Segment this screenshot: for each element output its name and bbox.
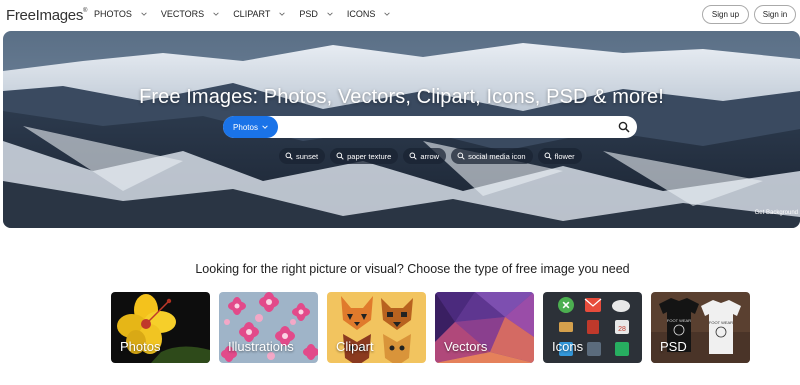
nav-clipart[interactable]: CLIPART bbox=[233, 9, 286, 19]
popular-search-tags: sunset paper texture arrow social media … bbox=[279, 148, 587, 164]
main-nav: PHOTOS VECTORS CLIPART PSD ICONS bbox=[94, 9, 404, 19]
nav-label: PHOTOS bbox=[94, 9, 132, 19]
search-icon bbox=[544, 152, 552, 160]
image-types-heading: Looking for the right picture or visual?… bbox=[195, 262, 630, 276]
svg-text:FOOT WEAR: FOOT WEAR bbox=[709, 320, 733, 325]
search-icon bbox=[457, 152, 465, 160]
nav-psd[interactable]: PSD bbox=[299, 9, 333, 19]
search-icon[interactable] bbox=[618, 121, 630, 133]
signin-button[interactable]: Sign in bbox=[754, 5, 796, 24]
card-clipart[interactable]: Clipart bbox=[327, 292, 426, 363]
hero-banner: Free Images: Photos, Vectors, Clipart, I… bbox=[3, 31, 800, 228]
background-credit-link[interactable]: Get Background bbox=[755, 210, 798, 216]
search-type-dropdown[interactable]: Photos bbox=[223, 116, 278, 138]
search-icon bbox=[336, 152, 344, 160]
svg-text:28: 28 bbox=[618, 326, 626, 333]
card-label: Illustrations bbox=[228, 339, 294, 354]
nav-photos[interactable]: PHOTOS bbox=[94, 9, 147, 19]
card-label: Vectors bbox=[444, 339, 488, 354]
signup-button[interactable]: Sign up bbox=[702, 5, 749, 24]
nav-label: PSD bbox=[299, 9, 318, 19]
card-photos[interactable]: Photos bbox=[111, 292, 210, 363]
nav-label: CLIPART bbox=[233, 9, 271, 19]
search-type-label: Photos bbox=[233, 122, 258, 132]
card-label: Clipart bbox=[336, 339, 374, 354]
card-vectors[interactable]: Vectors bbox=[435, 292, 534, 363]
card-label: Photos bbox=[120, 339, 161, 354]
tag-flower[interactable]: flower bbox=[537, 148, 582, 164]
search-input[interactable] bbox=[281, 119, 601, 135]
chevron-down-icon bbox=[279, 12, 286, 16]
card-label: Icons bbox=[552, 339, 584, 354]
search-icon bbox=[409, 152, 417, 160]
search-icon bbox=[285, 152, 293, 160]
card-illustrations[interactable]: Illustrations bbox=[219, 292, 318, 363]
nav-icons[interactable]: ICONS bbox=[347, 9, 391, 19]
tag-social-media-icon[interactable]: social media icon bbox=[451, 148, 533, 164]
chevron-down-icon bbox=[384, 12, 391, 16]
chevron-down-icon bbox=[141, 12, 147, 16]
card-icons[interactable]: 28 Icons bbox=[543, 292, 642, 363]
tag-label: arrow bbox=[420, 151, 440, 161]
image-type-cards: Photos Illustrations Clipart Vectors 28 … bbox=[111, 292, 759, 363]
tag-arrow[interactable]: arrow bbox=[403, 148, 447, 164]
svg-text:FOOT WEAR: FOOT WEAR bbox=[667, 318, 691, 323]
tag-label: social media icon bbox=[468, 151, 526, 161]
tag-label: paper texture bbox=[347, 151, 392, 161]
nav-label: VECTORS bbox=[160, 9, 205, 19]
tag-label: flower bbox=[554, 151, 575, 161]
tag-sunset[interactable]: sunset bbox=[279, 148, 326, 164]
search-bar: Photos bbox=[223, 116, 637, 138]
nav-label: ICONS bbox=[346, 9, 376, 19]
tag-label: sunset bbox=[296, 151, 319, 161]
hero-title: Free Images: Photos, Vectors, Clipart, I… bbox=[139, 86, 664, 108]
site-header: FreeImages® PHOTOS VECTORS CLIPART PSD I… bbox=[0, 0, 800, 30]
tag-paper-texture[interactable]: paper texture bbox=[330, 148, 399, 164]
chevron-down-icon bbox=[262, 125, 268, 129]
chevron-down-icon bbox=[327, 12, 333, 16]
card-label: PSD bbox=[660, 339, 687, 354]
card-psd[interactable]: FOOT WEAR FOOT WEAR PSD bbox=[651, 292, 750, 363]
nav-vectors[interactable]: VECTORS bbox=[161, 9, 219, 19]
chevron-down-icon bbox=[213, 12, 219, 16]
logo[interactable]: FreeImages® bbox=[6, 7, 87, 24]
